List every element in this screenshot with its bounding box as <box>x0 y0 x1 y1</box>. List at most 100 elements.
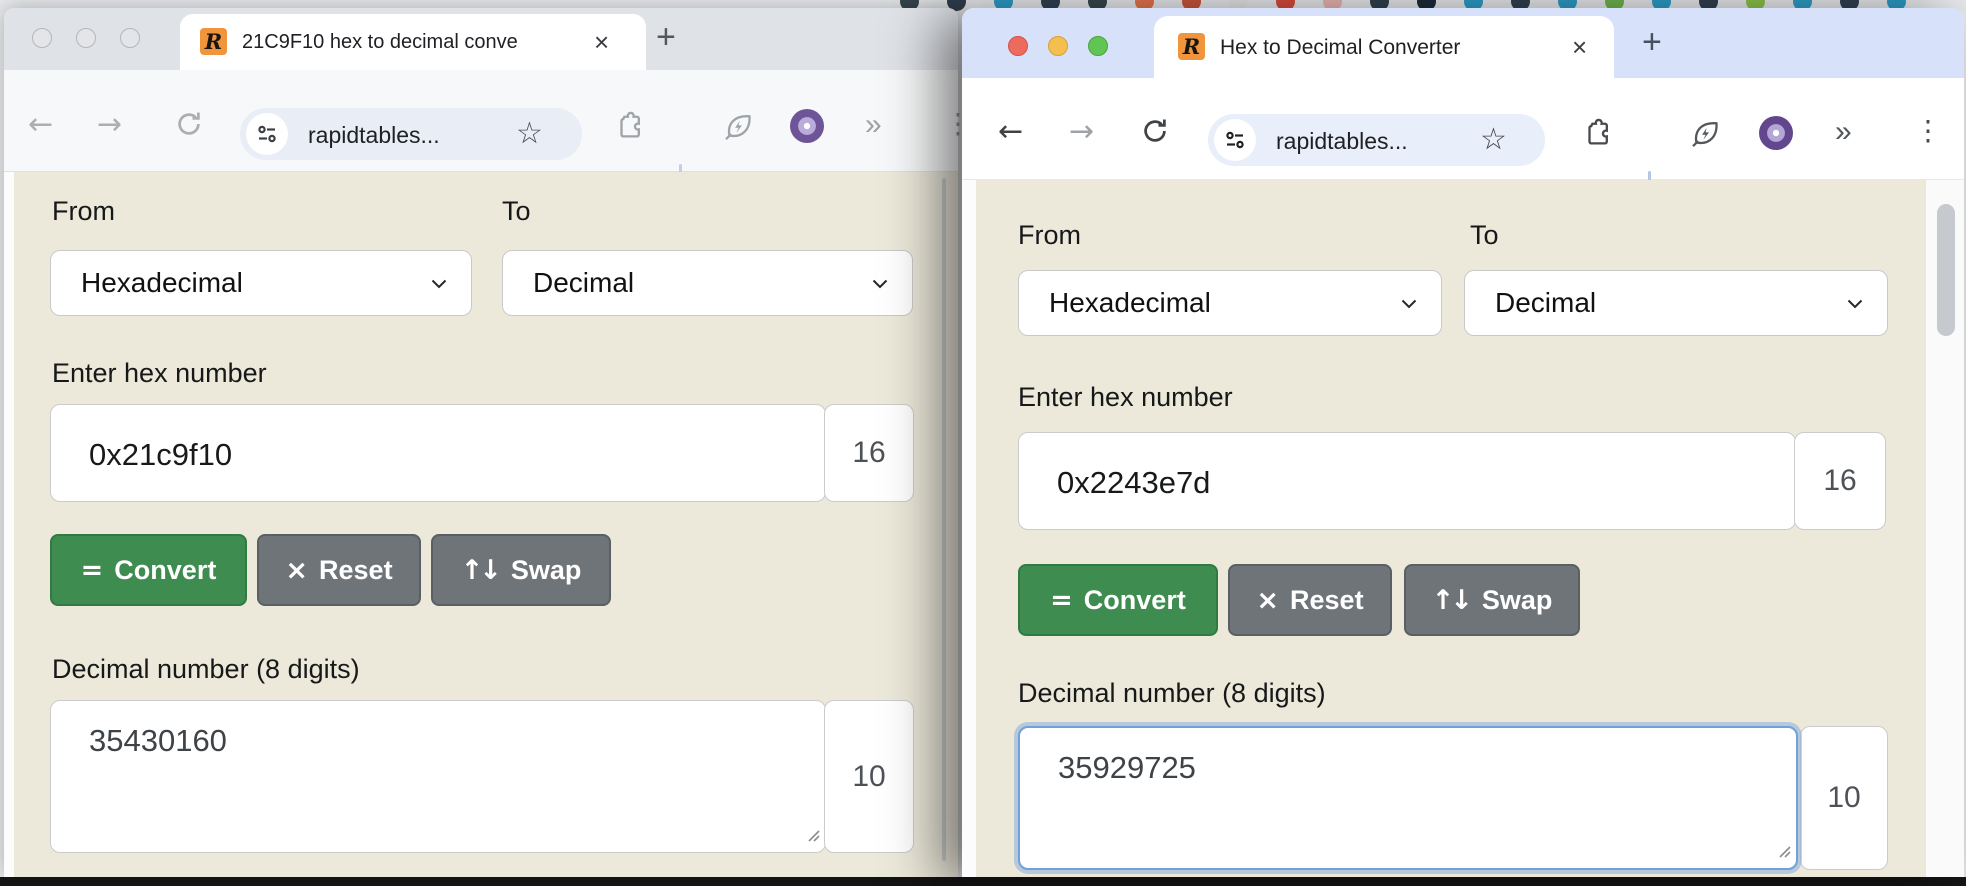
bookmark-star-icon[interactable]: ☆ <box>516 119 543 149</box>
to-label: To <box>1470 220 1499 251</box>
from-select[interactable]: Hexadecimal <box>1018 270 1442 336</box>
convert-button-label: Convert <box>1084 585 1186 616</box>
reload-icon[interactable] <box>174 109 204 144</box>
decimal-output-value: 35929725 <box>1058 750 1196 786</box>
close-window-button[interactable] <box>1008 36 1028 56</box>
from-select-value: Hexadecimal <box>1049 271 1211 334</box>
site-settings-icon[interactable] <box>1214 119 1256 161</box>
browser-menu-icon[interactable]: ⋮ <box>1914 117 1942 145</box>
swap-button-label: Swap <box>1482 585 1553 616</box>
input-base-value: 16 <box>1823 464 1856 498</box>
chevron-down-icon <box>1847 299 1863 309</box>
new-tab-button[interactable]: + <box>1642 25 1662 59</box>
output-base-box: 10 <box>824 700 914 853</box>
swap-button[interactable]: ↑↓ Swap <box>431 534 611 606</box>
hex-input-value: 0x21c9f10 <box>89 437 232 473</box>
output-base-box: 10 <box>1800 726 1888 870</box>
swap-arrows-icon: ↑↓ <box>1432 585 1469 616</box>
reset-button[interactable]: × Reset <box>1228 564 1392 636</box>
left-tab-strip: R 21C9F10 hex to decimal conve × + <box>4 8 958 70</box>
hex-input-label: Enter hex number <box>1018 382 1233 413</box>
to-select-value: Decimal <box>533 251 634 314</box>
left-browser-tab[interactable]: R 21C9F10 hex to decimal conve × <box>180 14 646 70</box>
swap-button[interactable]: ↑↓ Swap <box>1404 564 1580 636</box>
textarea-resize-handle[interactable] <box>1774 841 1792 864</box>
extensions-puzzle-icon[interactable] <box>1582 118 1612 153</box>
back-icon[interactable]: ← <box>28 110 53 140</box>
left-page-content: From To Hexadecimal Decimal Enter hex nu… <box>4 172 958 877</box>
from-label: From <box>52 196 115 227</box>
decimal-output-label: Decimal number (8 digits) <box>1018 678 1326 709</box>
extension-avatar-icon[interactable] <box>1759 116 1793 150</box>
swap-arrows-icon: ↑↓ <box>461 555 498 586</box>
minimize-window-button[interactable] <box>76 28 96 48</box>
site-settings-icon[interactable] <box>246 113 288 155</box>
energy-leaf-icon[interactable] <box>1689 117 1721 154</box>
page-left-margin <box>4 172 14 877</box>
hex-input[interactable]: 0x2243e7d <box>1018 432 1796 530</box>
right-browser-tab[interactable]: R Hex to Decimal Converter × <box>1154 16 1614 78</box>
left-tab-title: 21C9F10 hex to decimal conve <box>242 31 574 54</box>
from-select[interactable]: Hexadecimal <box>50 250 472 316</box>
minimize-window-button[interactable] <box>1048 36 1068 56</box>
textarea-resize-handle[interactable] <box>803 825 821 848</box>
right-page-content: From To Hexadecimal Decimal Enter hex nu… <box>962 180 1964 877</box>
desktop-bottom-edge <box>0 877 1966 886</box>
left-scrollbar[interactable] <box>942 178 946 861</box>
hex-input-value: 0x2243e7d <box>1057 465 1210 501</box>
energy-leaf-icon[interactable] <box>722 110 754 147</box>
decimal-output-textarea[interactable]: 35929725 <box>1018 726 1798 870</box>
reset-button[interactable]: × Reset <box>257 534 421 606</box>
rapidtables-favicon-icon: R <box>200 28 227 55</box>
close-tab-icon[interactable]: × <box>1572 34 1587 60</box>
right-toolbar: ← → rapidtables... ☆ <box>962 78 1964 180</box>
close-window-button[interactable] <box>32 28 52 48</box>
toolbar-overflow-icon[interactable]: » <box>865 110 882 140</box>
decimal-output-label: Decimal number (8 digits) <box>52 654 360 685</box>
address-bar[interactable]: rapidtables... ☆ <box>240 108 582 160</box>
output-base-value: 10 <box>852 760 885 794</box>
input-base-box: 16 <box>824 404 914 502</box>
left-browser-window: R 21C9F10 hex to decimal conve × + ← → r… <box>4 8 958 877</box>
hex-input-label: Enter hex number <box>52 358 267 389</box>
forward-icon[interactable]: → <box>1069 117 1094 147</box>
convert-button[interactable]: = Convert <box>50 534 247 606</box>
bookmark-star-icon[interactable]: ☆ <box>1480 125 1507 155</box>
from-select-value: Hexadecimal <box>81 251 243 314</box>
right-traffic-lights <box>1008 36 1108 56</box>
to-select[interactable]: Decimal <box>1464 270 1888 336</box>
address-bar[interactable]: rapidtables... ☆ <box>1208 114 1545 166</box>
convert-button[interactable]: = Convert <box>1018 564 1218 636</box>
back-icon[interactable]: ← <box>998 117 1023 147</box>
equals-icon: = <box>81 555 104 586</box>
reload-icon[interactable] <box>1140 116 1170 151</box>
zoom-window-button[interactable] <box>120 28 140 48</box>
extensions-puzzle-icon[interactable] <box>614 111 644 146</box>
url-text: rapidtables... <box>1276 128 1408 155</box>
hex-input[interactable]: 0x21c9f10 <box>50 404 826 502</box>
close-tab-icon[interactable]: × <box>594 29 609 55</box>
right-browser-window: R Hex to Decimal Converter × + ← → rapid… <box>962 8 1964 877</box>
toolbar-overflow-icon[interactable]: » <box>1835 117 1852 147</box>
right-tab-title: Hex to Decimal Converter <box>1220 36 1520 60</box>
equals-icon: = <box>1050 585 1073 616</box>
forward-icon[interactable]: → <box>97 110 122 140</box>
reset-button-label: Reset <box>1290 585 1364 616</box>
reset-button-label: Reset <box>319 555 393 586</box>
extension-avatar-icon[interactable] <box>790 109 824 143</box>
decimal-output-textarea[interactable]: 35430160 <box>50 700 826 853</box>
scrollbar-thumb[interactable] <box>1937 204 1955 336</box>
left-traffic-lights <box>32 28 140 48</box>
to-select[interactable]: Decimal <box>502 250 913 316</box>
new-tab-button[interactable]: + <box>656 20 676 54</box>
chevron-down-icon <box>431 279 447 289</box>
zoom-window-button[interactable] <box>1088 36 1108 56</box>
left-toolbar: ← → rapidtables... ☆ <box>4 70 958 172</box>
decimal-output-value: 35430160 <box>89 723 227 759</box>
chevron-down-icon <box>872 279 888 289</box>
page-left-margin <box>962 180 976 877</box>
input-base-value: 16 <box>852 436 885 470</box>
right-scrollbar[interactable] <box>1925 180 1964 877</box>
rapidtables-favicon-icon: R <box>1178 33 1205 60</box>
to-label: To <box>502 196 531 227</box>
